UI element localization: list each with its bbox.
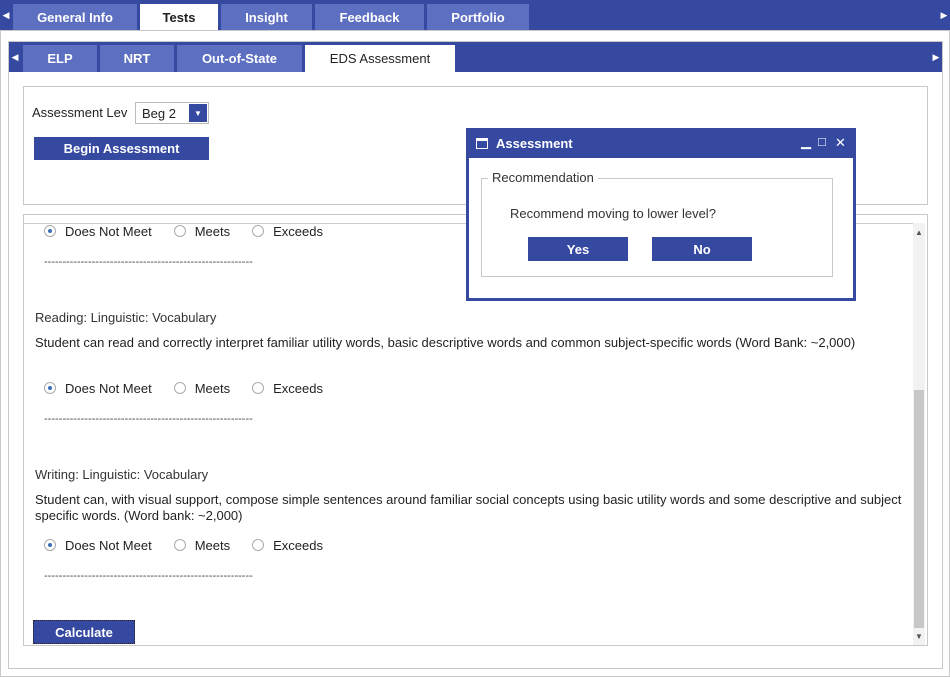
dialog-title: Assessment (496, 136, 573, 151)
subtabs-scroll-right-icon[interactable]: ▶ (930, 42, 942, 72)
radio-label: Exceeds (273, 223, 323, 239)
scrollbar-thumb[interactable] (914, 390, 924, 628)
radio-label: Meets (194, 537, 231, 553)
section-title: Reading: Linguistic: Vocabulary (35, 310, 217, 325)
subtabs-scroll-left-icon[interactable]: ◀ (9, 42, 21, 72)
dialog-message: Recommend moving to lower level? (510, 206, 716, 221)
calculate-button[interactable]: Calculate (33, 620, 135, 644)
tab-elp[interactable]: ELP (23, 45, 97, 72)
radio-meets[interactable] (173, 539, 186, 551)
radio-label: Does Not Meet (65, 380, 152, 396)
radio-label: Exceeds (273, 537, 323, 553)
section-description: Student can read and correctly interpret… (35, 335, 856, 350)
scroll-up-icon[interactable]: ▲ (913, 225, 925, 239)
close-icon[interactable]: ✕ (835, 135, 846, 151)
radio-does-not-meet[interactable] (44, 225, 56, 237)
radio-label: Does Not Meet (65, 537, 152, 553)
section-separator: ----------------------------------------… (44, 413, 253, 425)
rating-radio-group: Does Not Meet Meets Exceeds (44, 223, 345, 239)
assessment-level-label: Assessment Lev (32, 105, 128, 120)
tab-portfolio[interactable]: Portfolio (427, 4, 529, 30)
section-title: Writing: Linguistic: Vocabulary (35, 467, 209, 482)
top-tab-bar: ◀ General Info Tests Insight Feedback Po… (0, 0, 950, 30)
radio-meets[interactable] (173, 382, 186, 394)
radio-exceeds[interactable] (252, 382, 265, 394)
tab-feedback[interactable]: Feedback (315, 4, 424, 30)
no-button[interactable]: No (652, 237, 752, 261)
recommendation-fieldset: Recommendation Recommend moving to lower… (481, 170, 833, 277)
section-separator: ----------------------------------------… (44, 570, 253, 582)
dialog-header[interactable]: Assessment ▁ □ ✕ (466, 128, 856, 158)
radio-does-not-meet[interactable] (44, 539, 56, 551)
dialog-body: Recommendation Recommend moving to lower… (469, 158, 853, 298)
assessment-level-select[interactable]: Beg 2 ▼ (135, 102, 209, 124)
radio-label: Meets (194, 223, 231, 239)
radio-exceeds[interactable] (252, 539, 265, 551)
tab-out-of-state[interactable]: Out-of-State (177, 45, 302, 72)
radio-label: Exceeds (273, 380, 323, 396)
chevron-down-icon[interactable]: ▼ (189, 104, 207, 122)
rating-radio-group: Does Not Meet Meets Exceeds (44, 380, 345, 396)
scroll-down-icon[interactable]: ▼ (913, 629, 925, 643)
tab-eds-assessment[interactable]: EDS Assessment (305, 45, 455, 72)
yes-button[interactable]: Yes (528, 237, 628, 261)
tabs-scroll-left-icon[interactable]: ◀ (0, 0, 12, 30)
tab-tests[interactable]: Tests (140, 4, 218, 30)
maximize-icon[interactable]: □ (818, 134, 826, 149)
radio-label: Does Not Meet (65, 223, 152, 239)
rating-radio-group: Does Not Meet Meets Exceeds (44, 537, 345, 553)
window-icon (476, 138, 488, 149)
radio-does-not-meet[interactable] (44, 382, 56, 394)
vertical-scrollbar[interactable]: ▲ ▼ (913, 223, 925, 645)
tab-insight[interactable]: Insight (221, 4, 312, 30)
sub-tab-bar: ◀ ELP NRT Out-of-State EDS Assessment ▶ (9, 42, 942, 72)
tab-nrt[interactable]: NRT (100, 45, 174, 72)
begin-assessment-button[interactable]: Begin Assessment (34, 137, 209, 160)
recommendation-legend: Recommendation (488, 170, 598, 185)
tabs-scroll-right-icon[interactable]: ▶ (938, 0, 950, 30)
radio-exceeds[interactable] (252, 225, 265, 237)
section-description: Student can, with visual support, compos… (35, 492, 902, 523)
radio-label: Meets (194, 380, 231, 396)
section-separator: ----------------------------------------… (44, 256, 253, 268)
assessment-dialog: Assessment ▁ □ ✕ Recommendation Recommen… (466, 128, 856, 301)
tab-general-info[interactable]: General Info (13, 4, 137, 30)
radio-meets[interactable] (173, 225, 186, 237)
assessment-level-value: Beg 2 (142, 106, 176, 121)
minimize-icon[interactable]: ▁ (801, 134, 811, 150)
